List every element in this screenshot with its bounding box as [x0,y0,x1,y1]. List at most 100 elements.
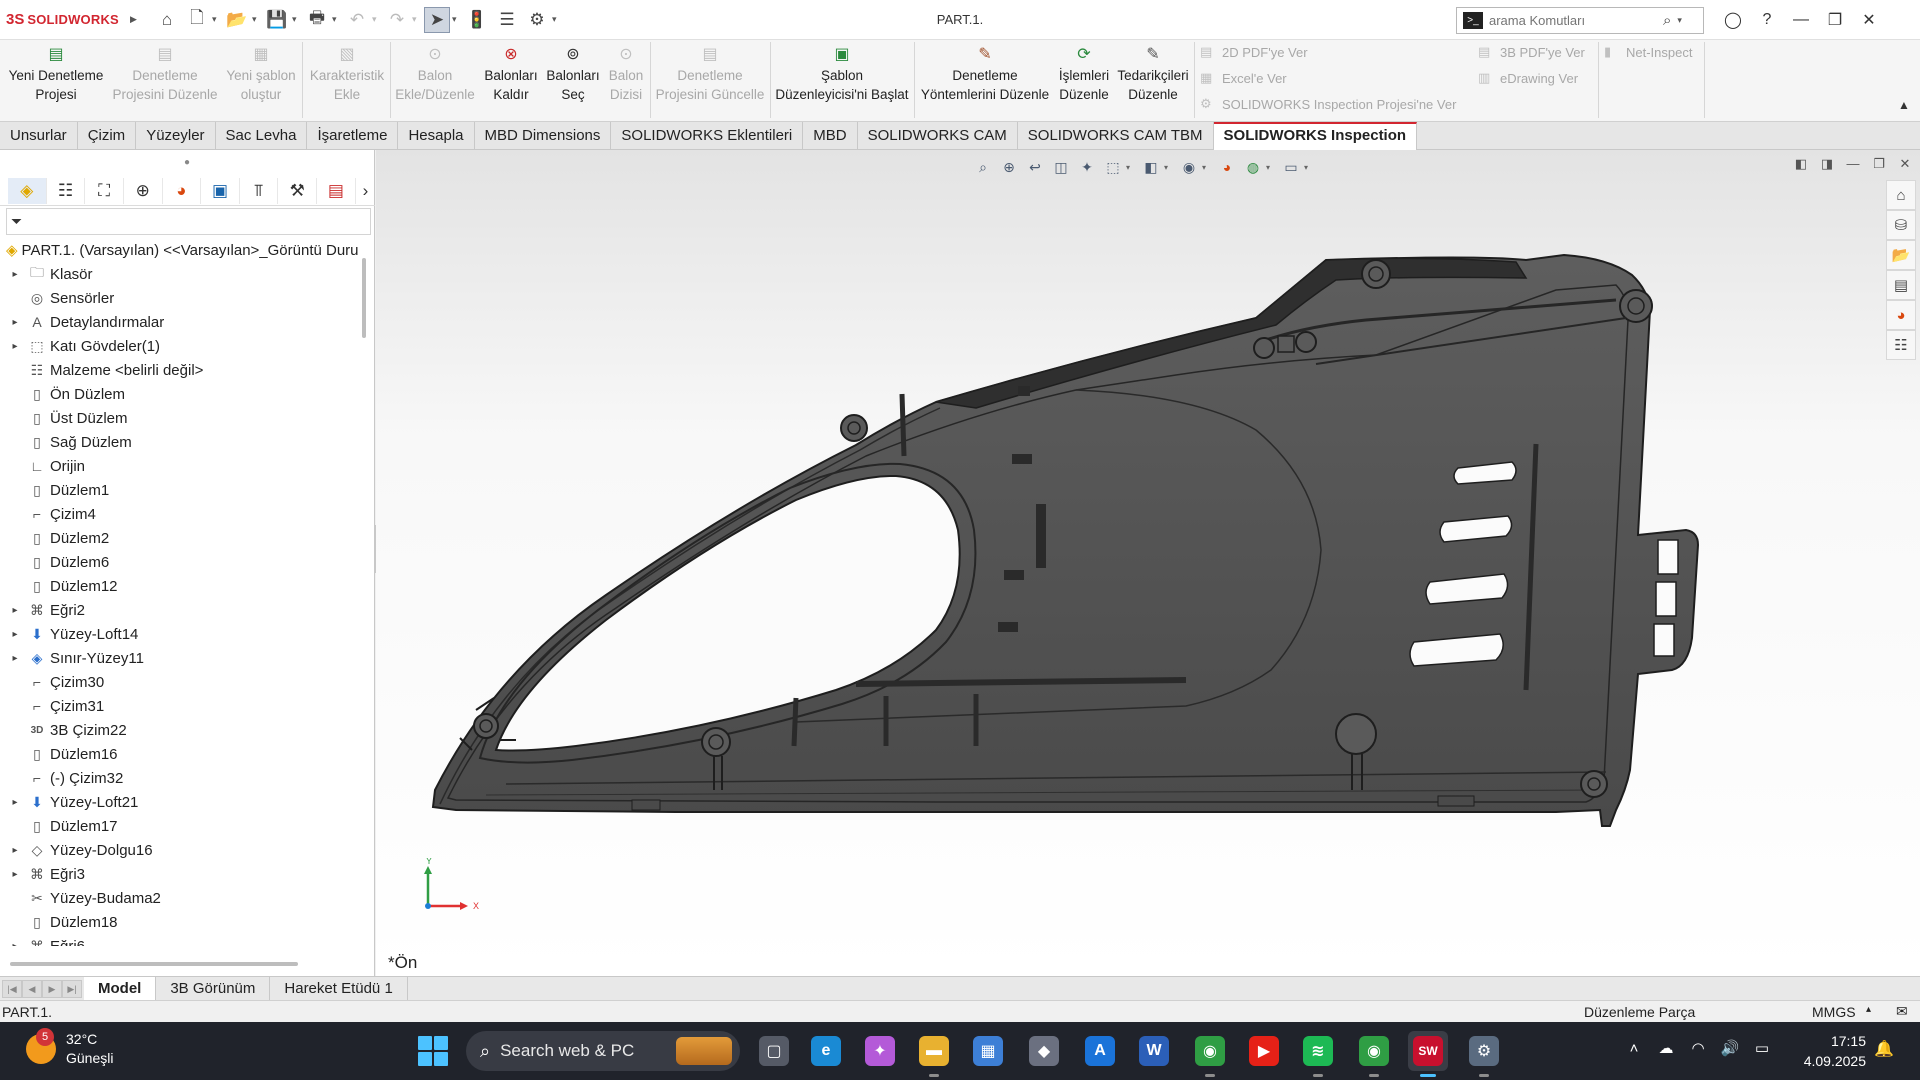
tab-solidworks-inspection[interactable]: SOLIDWORKS Inspection [1213,122,1418,150]
property-manager-tab-icon[interactable]: ☷ [47,177,86,204]
balloon-add-edit-button[interactable]: ⊙ Balon Ekle/Düzenle [394,44,476,104]
tab-cizim[interactable]: Çizim [78,122,137,150]
tab-hesapla[interactable]: Hesapla [398,122,475,150]
taskbar-app-settings[interactable]: ⚙ [1464,1031,1504,1077]
tree-item[interactable]: ▯ Üst Düzlem [0,406,362,430]
taskbar-app-spotify[interactable]: ≋ [1298,1031,1338,1077]
first-tab-icon[interactable]: |◀ [2,979,22,998]
select-arrow-icon[interactable]: ➤ [424,6,450,33]
home-icon[interactable]: ⌂ [154,7,180,33]
update-inspection-project-button[interactable]: ▤ Denetleme Projesini Güncelle [652,44,768,104]
tree-item[interactable]: ▸ ⬇ Yüzey-Loft14 [0,622,362,646]
close-icon[interactable]: ✕ [1852,6,1886,34]
expand-arrow-icon[interactable]: ▸ [8,269,22,280]
panel-grip-icon[interactable]: ● [0,150,374,176]
tree-item[interactable]: ⌐ Çizim30 [0,670,362,694]
cam-operation-tab-icon[interactable]: ⫪ [240,177,279,204]
expand-arrow-icon[interactable]: ▸ [8,845,22,856]
expand-arrow-icon[interactable]: ▸ [8,317,22,328]
next-tab-icon[interactable]: ▶ [42,979,62,998]
cam-feature-tab-icon[interactable]: ▣ [201,177,240,204]
redo-icon[interactable]: ↷ [384,7,410,33]
chevron-down-icon[interactable]: ▾ [1677,15,1687,26]
expand-arrow-icon[interactable]: ▸ [8,797,22,808]
taskbar-app-file-explorer[interactable]: ▬ [914,1031,954,1077]
expand-arrow-icon[interactable]: ▸ [8,941,22,947]
tab-yuzeyler[interactable]: Yüzeyler [136,122,216,150]
prev-tab-icon[interactable]: ◀ [22,979,42,998]
select-balloons-button[interactable]: ⊚ Balonları Seç [542,44,604,104]
new-template-button[interactable]: ▦ Yeni şablon oluştur [222,44,300,104]
taskbar-app-chrome[interactable]: ◉ [1190,1031,1230,1077]
weather-widget[interactable]: 5 32°C Güneşli [26,1028,113,1068]
solidworks-resources-icon[interactable]: ⌂ [1886,180,1916,210]
tree-item[interactable]: ∟ Orijin [0,454,362,478]
edit-operations-button[interactable]: ⟳ İşlemleri Düzenle [1054,44,1114,104]
tree-horizontal-scrollbar[interactable] [10,962,298,966]
hide-show-items-icon[interactable]: ◉ [1176,156,1202,178]
expand-arrow-icon[interactable]: ▸ [8,341,22,352]
onedrive-icon[interactable]: ☁ [1650,1039,1682,1057]
add-characteristic-button[interactable]: ▧ Karakteristik Ekle [306,44,388,104]
feature-manager-tab-icon[interactable]: ◈ [8,177,47,204]
tree-item[interactable]: ▯ Düzlem17 [0,814,362,838]
net-inspect-button[interactable]: ▮ Net-Inspect [1604,44,1692,60]
save-icon[interactable]: 💾 [264,7,290,33]
tree-filter[interactable]: ⏷ [6,208,371,235]
tab-solidworks-cam-tbm[interactable]: SOLIDWORKS CAM TBM [1018,122,1214,150]
chevron-down-icon[interactable]: ▾ [1304,163,1316,172]
status-units[interactable]: MMGS [1812,1004,1856,1020]
expand-arrow-icon[interactable]: ▸ [8,653,22,664]
account-icon[interactable]: ◯ [1716,6,1750,34]
tree-item[interactable]: ▯ Ön Düzlem [0,382,362,406]
chevron-down-icon[interactable]: ▾ [212,14,222,25]
chevron-down-icon[interactable]: ▾ [552,14,562,25]
tab-mbd-dimensions[interactable]: MBD Dimensions [475,122,612,150]
display-manager-tab-icon[interactable]: ◕ [163,177,202,204]
tree-item[interactable]: ▸ 🗀 Klasör [0,262,362,286]
tree-item[interactable]: ▸ ⌘ Eğri2 [0,598,362,622]
new-inspection-project-button[interactable]: ▤ Yeni Denetleme Projesi [4,44,108,104]
remove-balloons-button[interactable]: ⊗ Balonları Kaldır [478,44,544,104]
chevron-down-icon[interactable]: ▾ [1266,163,1278,172]
tab-unsurlar[interactable]: Unsurlar [0,122,78,150]
tree-item[interactable]: ▯ Düzlem2 [0,526,362,550]
search-input[interactable] [1489,13,1659,28]
new-document-icon[interactable]: 🗋 [184,7,210,33]
taskbar-app-edge[interactable]: e [806,1031,846,1071]
taskbar-app-word[interactable]: W [1134,1031,1174,1071]
tab-solidworks-cam[interactable]: SOLIDWORKS CAM [858,122,1018,150]
chevron-down-icon[interactable]: ▾ [1164,163,1176,172]
graphics-area[interactable]: ⌕ ⊕ ↩ ◫ ✦ ⬚ ▾ ◧ ▾ ◉ ▾ ◕ ◍ ▾ ▭ ▾ ◧ ◨ — ❐ ✕ ⌂ ⛁… [376,150,1920,976]
battery-icon[interactable]: ▭ [1746,1039,1778,1057]
tree-item[interactable]: ▸ ◇ Yüzey-Dolgu16 [0,838,362,862]
tree-item[interactable]: ☷ Malzeme <belirli değil> [0,358,362,382]
tree-item[interactable]: ▯ Sağ Düzlem [0,430,362,454]
volume-icon[interactable]: 🔊 [1714,1039,1746,1057]
open-folder-icon[interactable]: 📂 [224,7,250,33]
file-properties-icon[interactable]: ☰ [494,7,520,33]
tab-sac-levha[interactable]: Sac Levha [216,122,308,150]
tree-vertical-scrollbar[interactable] [362,258,366,338]
help-icon[interactable]: ? [1750,6,1784,34]
export-inspection-project-button[interactable]: ⚙ SOLIDWORKS Inspection Projesi'ne Ver [1200,96,1456,112]
design-library-icon[interactable]: ⛁ [1886,210,1916,240]
restore-icon[interactable]: ❐ [1866,156,1892,172]
taskbar-app-copilot[interactable]: ✦ [860,1031,900,1071]
taskbar-app-task-view[interactable]: ▢ [754,1031,794,1071]
chevron-down-icon[interactable]: ▾ [372,14,382,25]
dynamic-annotation-icon[interactable]: ✦ [1074,156,1100,178]
restore-icon[interactable]: ❐ [1818,6,1852,34]
taskbar-app-solidworks[interactable]: SW [1408,1031,1448,1077]
menu-expand-arrow[interactable]: ▶ [130,14,140,25]
undo-icon[interactable]: ↶ [344,7,370,33]
edit-inspection-methods-button[interactable]: ✎ Denetleme Yöntemlerini Düzenle [916,44,1054,104]
chevron-down-icon[interactable]: ▾ [1202,163,1214,172]
chevron-up-icon[interactable]: ▴ [1866,1004,1871,1015]
windows-start-icon[interactable] [418,1036,448,1066]
notification-bell-icon[interactable]: 🔔 [1874,1039,1894,1059]
export-excel-button[interactable]: ▦ Excel'e Ver [1200,70,1287,86]
edit-appearance-icon[interactable]: ◕ [1214,156,1240,178]
zoom-to-area-icon[interactable]: ⊕ [996,156,1022,178]
tree-item[interactable]: ▸ A Detaylandırmalar [0,310,362,334]
